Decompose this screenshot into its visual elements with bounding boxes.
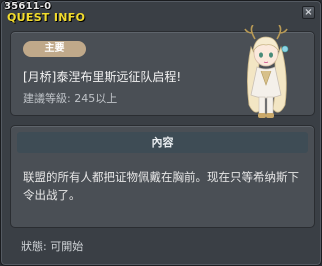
close-icon: × — [304, 7, 313, 18]
close-button[interactable]: × — [302, 6, 315, 19]
quest-info-window: 35611-0 QUEST INFO × 主要 [月桥]泰涅布里斯远征队启程! … — [0, 0, 322, 266]
quest-description: 联盟的所有人都把证物佩戴在胸前。现在只等希纳斯下令出战了。 — [23, 170, 299, 202]
recommended-level: 建議等級: 245以上 — [23, 92, 118, 105]
content-section-header: 內容 — [17, 132, 308, 153]
quest-type-badge: 主要 — [23, 41, 86, 57]
quest-content-panel: 內容 联盟的所有人都把证物佩戴在胸前。现在只等希纳斯下令出战了。 — [10, 125, 315, 228]
npc-portrait-icon — [244, 25, 289, 118]
quest-status: 狀態: 可開始 — [21, 240, 84, 253]
window-title: QUEST INFO — [7, 11, 86, 24]
quest-title: [月桥]泰涅布里斯远征队启程! — [23, 70, 182, 84]
